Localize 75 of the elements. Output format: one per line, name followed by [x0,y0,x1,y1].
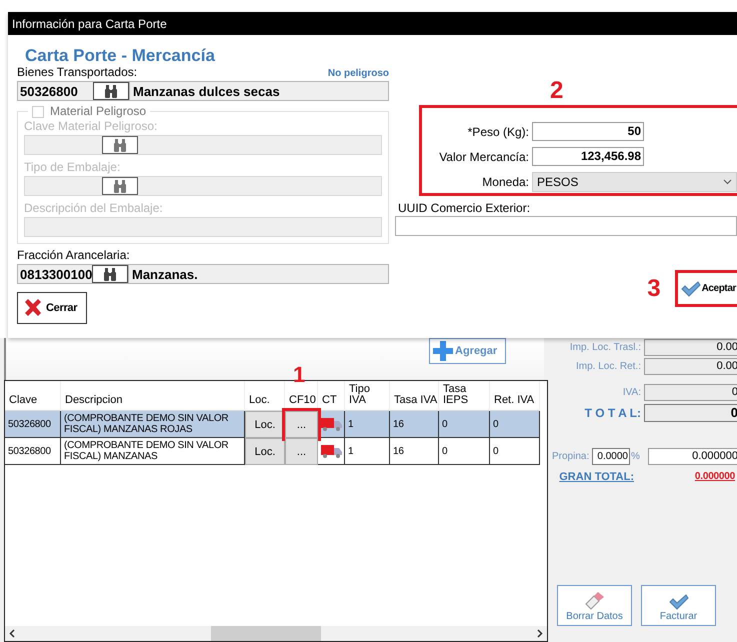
field-label: Propina: [552,451,590,462]
details-button[interactable]: ... [285,411,318,438]
value-field[interactable]: 123,456.98 [532,147,644,166]
column-header: Ret. IVA [494,395,534,406]
table-cell: 50326800 [5,438,61,465]
column-header: CT [322,395,337,406]
field-label: Clave Material Peligroso: [24,120,158,133]
table-cell: 0 [439,411,490,438]
invoice-button[interactable]: Facturar [641,585,716,626]
binoculars-icon [113,180,127,192]
table-cell: 50326800 [5,411,61,438]
plus-icon [432,340,454,362]
check-icon [680,280,701,296]
tip-percent-field[interactable]: 0.0000 [592,448,630,465]
window-title: Información para Carta Porte [8,12,737,35]
clear-button[interactable]: Borrar Datos [557,585,632,626]
field-label: Moneda: [481,174,530,188]
field-label: Fracción Arancelaria: [17,249,131,262]
percent-sign: % [630,451,641,462]
check-icon [668,594,688,610]
search-button[interactable] [102,136,138,154]
lookup-field[interactable] [24,135,382,155]
hazard-status: No peligroso [328,68,389,79]
field-label: Valor Mercancía: [438,150,530,164]
truck-icon[interactable] [321,444,343,458]
currency-select[interactable]: PESOS [532,172,737,192]
field-label: UUID Comercio Exterior: [398,202,532,215]
table-cell: 1 [345,411,390,438]
table-cell: (COMPROBANTE DEMO SIN VALOR FISCAL) MANZANAS [61,438,245,465]
annotation-number: 3 [647,274,661,302]
location-button[interactable]: Loc. [245,411,285,438]
input-field[interactable] [395,216,737,236]
chevron-right-icon[interactable] [537,629,543,638]
close-icon [22,297,44,319]
column-header: Clave [9,395,38,406]
binoculars-icon [113,138,127,152]
location-button[interactable]: Loc. [245,438,285,465]
column-header: Loc. [249,395,270,406]
column-header: Tasa IVA [394,395,438,406]
table-cell: (COMPROBANTE DEMO SIN VALOR FISCAL) MANZANAS ROJAS [61,411,245,438]
lookup-field[interactable] [24,176,382,196]
search-button[interactable] [102,177,138,195]
table-cell: 16 [390,438,439,465]
truck-icon[interactable] [321,417,343,431]
eraser-icon [584,592,606,610]
close-button[interactable]: Cerrar [17,292,87,324]
grand-total-value: 0.000000 [694,471,735,482]
column-header: Tipo IVA [349,384,371,406]
chevron-down-icon [723,178,732,184]
horizontal-scrollbar[interactable] [5,626,547,641]
table-cell: 1 [345,438,390,465]
table-cell: 0 [490,411,540,438]
checkbox-label: Material Peligroso [50,105,146,118]
details-button[interactable]: ... [285,438,318,465]
field-label: Tipo de Embalaje: [24,161,122,174]
column-header: Tasa IEPS [443,384,470,406]
table-cell: 16 [390,411,439,438]
accept-button[interactable]: Aceptar [680,276,737,301]
annotation-number: 2 [550,77,564,105]
table-cell: 0 [490,438,540,465]
field-label: Imp. Loc. Trasl.: [568,342,642,353]
weight-field[interactable]: 50 [532,122,644,141]
input-field[interactable] [24,217,382,237]
field-label: IVA: [622,387,642,398]
field-label: Imp. Loc. Ret.: [574,361,642,372]
column-header: Descripcion [65,395,122,406]
field-label: Descripción del Embalaje: [24,202,164,215]
form-heading: Carta Porte - Mercancía [25,46,216,66]
field-label: *Peso (Kg): [466,124,530,138]
table-cell: 0 [439,438,490,465]
chevron-left-icon[interactable] [9,629,15,638]
column-header: CF10 [289,395,316,406]
field-label: Bienes Transportados: [17,66,138,79]
total-label: T O T A L: [584,406,642,420]
grand-total-label: GRAN TOTAL: [558,470,634,482]
